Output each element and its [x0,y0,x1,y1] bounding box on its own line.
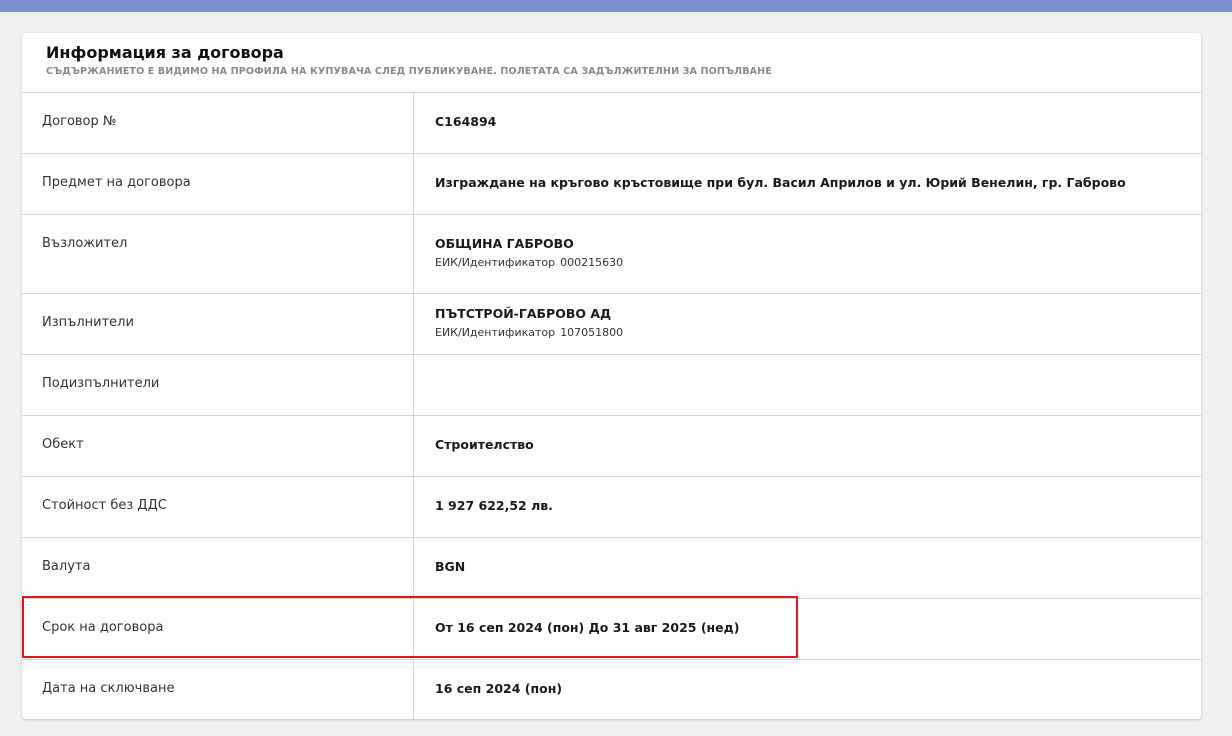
label-subject: Предмет на договора [22,154,414,214]
row-contracting-authority: Възложител ОБЩИНА ГАБРОВО ЕИК/Идентифика… [22,215,1201,294]
value-contract-no: C164894 [435,114,497,129]
id-label: ЕИК/Идентификатор [435,256,556,269]
value-subcontractors [414,355,1201,415]
value-subject: Изграждане на кръгово кръстовище при бул… [435,175,1126,190]
label-contractors: Изпълнители [22,294,414,354]
label-conclusion-date: Дата на сключване [22,660,414,719]
top-bar [0,0,1232,12]
row-contract-no: Договор № C164894 [22,93,1201,154]
card-subtitle: СЪДЪРЖАНИЕТО Е ВИДИМО НА ПРОФИЛА НА КУПУ… [46,66,772,77]
label-term: Срок на договора [22,599,414,659]
card-header: Информация за договора СЪДЪРЖАНИЕТО Е ВИ… [22,33,1201,93]
row-currency: Валута BGN [22,538,1201,599]
row-subject: Предмет на договора Изграждане на кръгов… [22,154,1201,215]
contractor-name: ПЪТСТРОЙ-ГАБРОВО АД [435,306,612,321]
label-contract-no: Договор № [22,93,414,153]
contract-info-card: Информация за договора СЪДЪРЖАНИЕТО Е ВИ… [22,33,1201,719]
id-label: ЕИК/Идентификатор [435,326,556,339]
value-object: Строителство [435,437,534,452]
value-term: От 16 сеп 2024 (пон) До 31 авг 2025 (нед… [435,620,740,635]
value-currency: BGN [435,559,466,574]
contracting-authority-name: ОБЩИНА ГАБРОВО [435,236,574,251]
contracting-authority-id: ЕИК/Идентификатор 000215630 [435,256,1201,269]
label-currency: Валута [22,538,414,598]
value-conclusion-date: 16 сеп 2024 (пон) [435,681,563,696]
row-value-excl-vat: Стойност без ДДС 1 927 622,52 лв. [22,477,1201,538]
contractor-id: ЕИК/Идентификатор 107051800 [435,326,1201,339]
row-contractors: Изпълнители ПЪТСТРОЙ-ГАБРОВО АД ЕИК/Иден… [22,294,1201,355]
row-term: Срок на договора От 16 сеп 2024 (пон) До… [22,599,1201,660]
row-object: Обект Строителство [22,416,1201,477]
row-conclusion-date: Дата на сключване 16 сеп 2024 (пон) [22,660,1201,719]
label-contracting-authority: Възложител [22,215,414,293]
value-contractors: ПЪТСТРОЙ-ГАБРОВО АД ЕИК/Идентификатор 107… [414,294,1201,354]
label-object: Обект [22,416,414,476]
card-title: Информация за договора [46,43,284,62]
id-value: 000215630 [560,256,624,269]
label-value-excl-vat: Стойност без ДДС [22,477,414,537]
contract-info-table: Договор № C164894 Предмет на договора Из… [22,93,1201,719]
label-subcontractors: Подизпълнители [22,355,414,415]
value-contracting-authority: ОБЩИНА ГАБРОВО ЕИК/Идентификатор 00021563… [414,215,1201,293]
id-value: 107051800 [560,326,624,339]
value-value-excl-vat: 1 927 622,52 лв. [435,498,553,513]
row-subcontractors: Подизпълнители [22,355,1201,416]
